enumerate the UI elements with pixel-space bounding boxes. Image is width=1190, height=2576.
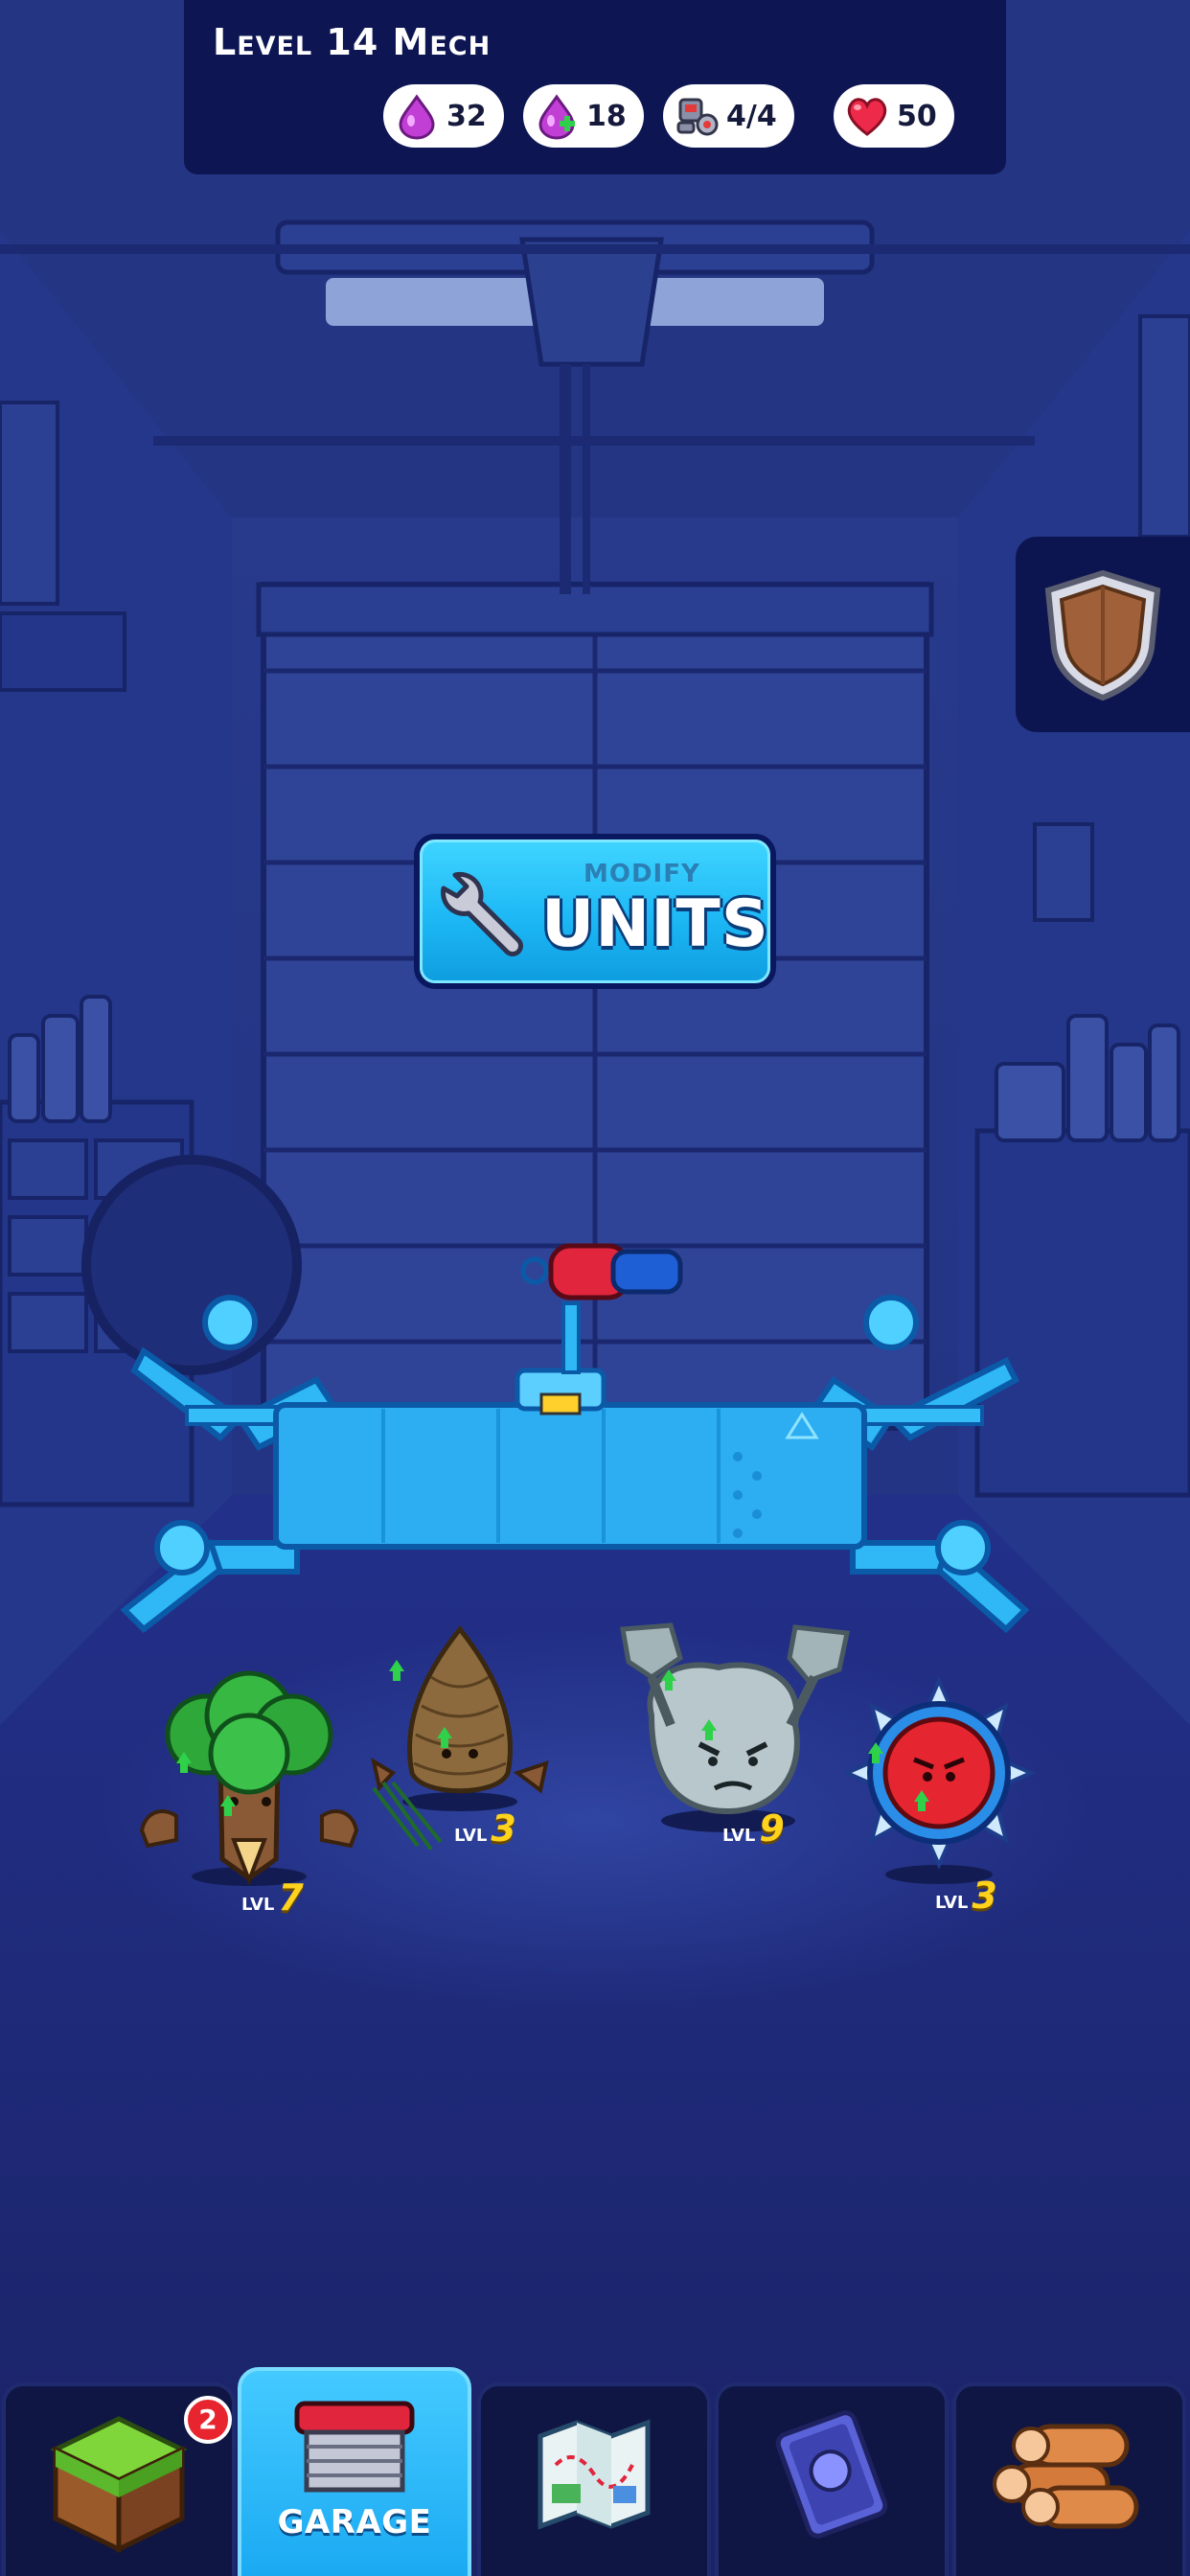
purple-drop-plus-icon (538, 94, 575, 140)
purple-drop-icon (399, 94, 435, 140)
modify-units-face: MODIFY UNITS (420, 840, 770, 983)
sawblade-unit-icon (842, 1677, 1036, 1884)
tree-level-value: 7 (278, 1876, 304, 1919)
pinecone-level-label: LVL (454, 1826, 488, 1846)
sawblade-level-label: LVL (935, 1893, 969, 1913)
notification-badge: 2 (184, 2396, 232, 2444)
resource-pill-drops-plus[interactable]: 18 (523, 84, 644, 148)
card-icon (775, 2410, 888, 2539)
units-label: UNITS (541, 886, 769, 962)
pinecone-level: LVL 3 (454, 1807, 516, 1850)
resource-parts-value: 4/4 (726, 99, 777, 133)
garage-icon (294, 2401, 415, 2493)
grass-block-icon (50, 2416, 188, 2553)
heart-icon (847, 98, 887, 136)
rock-golem-level: LVL 9 (722, 1807, 785, 1850)
unit-sawblade[interactable]: LVL 3 (834, 1677, 1044, 1926)
nav-tab-cards[interactable] (715, 2382, 949, 2576)
tree-level: LVL 7 (241, 1876, 304, 1919)
level-title: Level 14 Mech (213, 21, 492, 63)
resource-drops-value: 32 (446, 99, 487, 133)
modify-units-button[interactable]: MODIFY UNITS (414, 834, 776, 989)
robot-parts-icon (676, 98, 719, 136)
mech-walker (120, 1243, 1030, 1634)
shield-button[interactable] (1016, 537, 1190, 732)
resource-pill-parts[interactable]: 4/4 (663, 84, 794, 148)
resource-pill-drops[interactable]: 32 (383, 84, 504, 148)
map-icon (538, 2419, 651, 2530)
rock-golem-level-label: LVL (722, 1826, 756, 1846)
tree-unit-icon (139, 1670, 359, 1886)
tree-level-label: LVL (241, 1895, 275, 1915)
unit-tree[interactable]: LVL 7 (134, 1668, 364, 1919)
rock-golem-level-value: 9 (759, 1807, 785, 1850)
wrench-icon (441, 871, 523, 956)
nav-tab-map[interactable] (477, 2382, 711, 2576)
top-header: Level 14 Mech 32 18 4/4 50 (184, 0, 1006, 174)
nav-garage-label: GARAGE (277, 2503, 432, 2542)
resource-pill-health[interactable]: 50 (834, 84, 954, 148)
unit-rock-golem[interactable]: LVL 9 (613, 1620, 862, 1859)
unit-pinecone[interactable]: LVL 3 (355, 1620, 565, 1859)
pinecone-level-value: 3 (491, 1807, 516, 1850)
sawblade-level: LVL 3 (935, 1874, 997, 1917)
resource-health-value: 50 (897, 99, 937, 133)
shield-icon (1044, 569, 1161, 702)
bottom-nav: 2 GARAGE (0, 2367, 1190, 2576)
nav-tab-resources[interactable] (952, 2382, 1186, 2576)
nav-tab-world[interactable]: 2 (2, 2382, 236, 2576)
sawblade-level-value: 3 (972, 1874, 997, 1917)
nav-tab-garage[interactable]: GARAGE (238, 2367, 471, 2576)
resource-drops-plus-value: 18 (586, 99, 627, 133)
logs-icon (993, 2424, 1139, 2529)
modify-label: MODIFY (584, 860, 700, 888)
